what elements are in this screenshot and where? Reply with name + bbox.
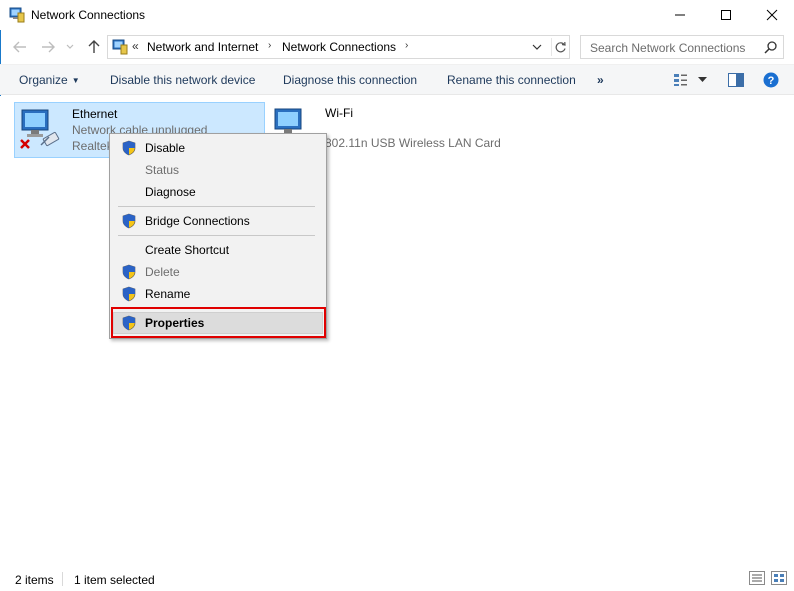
uac-shield-icon: [122, 140, 136, 156]
command-bar: Organize ▼ Disable this network device Di…: [0, 64, 794, 95]
menu-label-diagnose: Diagnose: [145, 185, 196, 199]
view-options-caret-icon[interactable]: [698, 77, 707, 83]
menu-item-delete[interactable]: Delete: [113, 261, 323, 283]
forward-button[interactable]: [39, 38, 57, 56]
svg-text:?: ?: [768, 75, 775, 87]
refresh-button[interactable]: [551, 38, 569, 56]
menu-label-shortcut: Create Shortcut: [145, 243, 230, 257]
control-panel-icon: [112, 39, 128, 55]
recent-locations-button[interactable]: [64, 38, 76, 56]
menu-label-bridge: Bridge Connections: [145, 214, 250, 228]
organize-menu[interactable]: Organize ▼: [19, 73, 80, 87]
menu-item-status[interactable]: Status: [113, 159, 323, 181]
menu-label-disable: Disable: [145, 141, 186, 155]
preview-pane-icon[interactable]: [728, 73, 744, 87]
up-button[interactable]: [85, 38, 103, 56]
ethernet-adapter-icon: [20, 109, 60, 149]
caret-down-icon: ▼: [71, 76, 80, 85]
maximize-icon: [721, 10, 731, 20]
menu-separator: [118, 206, 315, 207]
minimize-button[interactable]: [657, 0, 703, 30]
menu-separator: [118, 235, 315, 236]
uac-shield-icon: [122, 264, 136, 280]
breadcrumb-separator-icon[interactable]: ›: [405, 40, 408, 51]
wifi-name: Wi-Fi: [325, 106, 353, 120]
address-bar[interactable]: « Network and Internet › Network Connect…: [107, 35, 570, 59]
window-title: Network Connections: [31, 8, 146, 22]
uac-shield-icon: [122, 286, 136, 302]
wifi-device: 802.11n USB Wireless LAN Card: [325, 136, 501, 150]
menu-label-rename: Rename: [145, 287, 191, 301]
network-connections-icon: [9, 7, 25, 23]
breadcrumb-network-and-internet[interactable]: Network and Internet: [147, 40, 258, 54]
search-input[interactable]: Search Network Connections: [580, 35, 784, 59]
menu-item-bridge-connections[interactable]: Bridge Connections: [113, 210, 323, 232]
status-divider: [62, 572, 63, 586]
rename-connection-button[interactable]: Rename this connection: [447, 73, 576, 87]
minimize-icon: [675, 14, 685, 16]
search-placeholder: Search Network Connections: [590, 41, 746, 55]
menu-item-disable[interactable]: Disable: [113, 137, 323, 159]
close-button[interactable]: [749, 0, 794, 30]
breadcrumb-separator-icon[interactable]: ›: [268, 40, 271, 51]
back-arrow-icon: [13, 41, 26, 53]
refresh-icon: [555, 41, 566, 52]
uac-shield-icon: [122, 213, 136, 229]
status-bar: 2 items 1 item selected: [0, 566, 794, 591]
address-overflow[interactable]: «: [132, 39, 139, 53]
item-count: 2 items: [15, 573, 54, 587]
forward-arrow-icon: [42, 41, 55, 53]
menu-label-delete: Delete: [145, 265, 180, 279]
address-row: « Network and Internet › Network Connect…: [0, 32, 794, 62]
more-commands-button[interactable]: »: [597, 73, 604, 87]
menu-label-status: Status: [145, 163, 180, 177]
details-view-icon[interactable]: [749, 571, 765, 585]
large-icons-view-icon[interactable]: [771, 571, 787, 585]
breadcrumb-network-connections[interactable]: Network Connections: [282, 40, 396, 54]
ethernet-name: Ethernet: [72, 107, 118, 121]
chevron-down-icon: [532, 44, 542, 50]
search-icon[interactable]: [764, 40, 778, 54]
close-icon: [766, 9, 778, 21]
disable-device-button[interactable]: Disable this network device: [110, 73, 255, 87]
help-icon[interactable]: ?: [763, 72, 779, 88]
selection-count: 1 item selected: [74, 573, 155, 587]
address-history-button[interactable]: [528, 39, 546, 55]
maximize-button[interactable]: [703, 0, 749, 30]
highlight-annotation-box: [111, 307, 326, 338]
chevron-down-icon: [66, 44, 74, 49]
up-arrow-icon: [88, 40, 100, 53]
menu-item-diagnose[interactable]: Diagnose: [113, 181, 323, 203]
change-view-icon[interactable]: [673, 73, 689, 87]
menu-item-create-shortcut[interactable]: Create Shortcut: [113, 239, 323, 261]
back-button[interactable]: [11, 38, 29, 56]
title-bar: Network Connections: [0, 0, 794, 30]
diagnose-connection-button[interactable]: Diagnose this connection: [283, 73, 417, 87]
ethernet-device: Realtek: [72, 139, 113, 153]
organize-label: Organize: [19, 73, 68, 87]
menu-item-rename[interactable]: Rename: [113, 283, 323, 305]
